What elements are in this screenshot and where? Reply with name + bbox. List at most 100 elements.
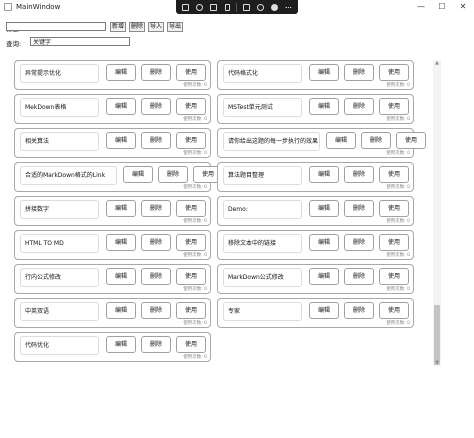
- prompt-name-field[interactable]: 算法题目整理: [223, 166, 302, 185]
- prompt-card: 相关算法 编辑 删除 使用使用次数: 0: [14, 128, 211, 158]
- edit-button[interactable]: 编辑: [309, 302, 339, 319]
- use-button[interactable]: 使用: [379, 64, 409, 81]
- edit-button[interactable]: 编辑: [309, 200, 339, 217]
- prompt-name-field[interactable]: 移除文本中的链接: [223, 234, 302, 253]
- prompt-name-field[interactable]: Demo:: [223, 200, 302, 219]
- delete-button[interactable]: 删除: [141, 132, 171, 149]
- prompt-name-field[interactable]: MSTest单元测试: [223, 98, 302, 117]
- prompt-name-field[interactable]: 行内公式修改: [20, 268, 99, 287]
- minimize-button[interactable]: —: [414, 2, 428, 12]
- usage-count-label: 使用次数: 0: [183, 219, 207, 224]
- use-button[interactable]: 使用: [379, 98, 409, 115]
- export-button[interactable]: 导出: [167, 22, 183, 32]
- overlay-separator: [236, 2, 238, 12]
- prompt-name-field[interactable]: 中英双语: [20, 302, 99, 321]
- prompt-name-field[interactable]: 拼接数字: [20, 200, 99, 219]
- edit-button[interactable]: 编辑: [326, 132, 356, 149]
- edit-button[interactable]: 编辑: [106, 336, 136, 353]
- prompt-card: HTML TO MD 编辑 删除 使用 使用次数: 0: [14, 230, 211, 260]
- prompt-name-field[interactable]: MekDown表格: [20, 98, 99, 117]
- use-button[interactable]: 使用: [396, 132, 426, 149]
- use-button[interactable]: 使用: [176, 234, 206, 251]
- use-button[interactable]: 使用: [176, 336, 206, 353]
- prompt-name-field[interactable]: 代码格式化: [223, 64, 302, 83]
- prompt-name-field[interactable]: 异常提示优化: [20, 64, 99, 83]
- edit-button[interactable]: 编辑: [106, 200, 136, 217]
- use-button[interactable]: 使用: [176, 302, 206, 319]
- use-button[interactable]: 使用: [379, 166, 409, 183]
- close-button[interactable]: ✕: [456, 2, 470, 12]
- scrollbar-thumb[interactable]: [434, 305, 440, 365]
- check-icon[interactable]: [270, 3, 279, 12]
- window-title: MainWindow: [16, 3, 61, 11]
- overlay-toolbar: [176, 0, 298, 14]
- edit-button[interactable]: 编辑: [106, 268, 136, 285]
- delete-button[interactable]: 删除: [344, 166, 374, 183]
- delete-button[interactable]: 删除: [361, 132, 391, 149]
- use-button[interactable]: 使用: [379, 200, 409, 217]
- edit-button[interactable]: 编辑: [309, 166, 339, 183]
- edit-button[interactable]: 编辑: [106, 64, 136, 81]
- record-icon[interactable]: [195, 3, 204, 12]
- delete-button[interactable]: 删除: [344, 98, 374, 115]
- edit-button[interactable]: 编辑: [106, 132, 136, 149]
- prompt-name-field[interactable]: 相关算法: [20, 132, 99, 151]
- delete-button[interactable]: 删除: [344, 268, 374, 285]
- usage-count-label: 使用次数: 0: [386, 253, 410, 258]
- prompt-name-field[interactable]: 合适的MarkDown格式的Link: [20, 166, 117, 185]
- pencil-icon[interactable]: [181, 3, 190, 12]
- prompt-name-field[interactable]: HTML TO MD: [20, 234, 99, 253]
- delete-button[interactable]: 删除: [141, 98, 171, 115]
- more-icon[interactable]: [284, 3, 293, 12]
- prompt-card: MarkDown公式修改 编辑 删除 使用 使用次数: 0: [217, 264, 414, 294]
- prompt-name-field[interactable]: 代码优化: [20, 336, 99, 355]
- edit-button[interactable]: 编辑: [309, 64, 339, 81]
- phone-icon[interactable]: [223, 3, 232, 12]
- scroll-down-arrow[interactable]: ▼: [434, 360, 440, 366]
- delete-button[interactable]: 删除: [129, 22, 145, 32]
- prompt-name-field[interactable]: 专家: [223, 302, 302, 321]
- prompt-name-field[interactable]: MarkDown公式修改: [223, 268, 302, 287]
- delete-button[interactable]: 删除: [141, 268, 171, 285]
- edit-button[interactable]: 编辑: [123, 166, 153, 183]
- share-icon[interactable]: [256, 3, 265, 12]
- display-icon[interactable]: [209, 3, 218, 12]
- prompt-name-field[interactable]: 请你给出这题的每一步执行的效果: [223, 132, 320, 151]
- delete-button[interactable]: 删除: [141, 200, 171, 217]
- use-button[interactable]: 使用: [176, 98, 206, 115]
- use-button[interactable]: 使用: [176, 132, 206, 149]
- use-button[interactable]: 使用: [176, 64, 206, 81]
- delete-button[interactable]: 删除: [141, 64, 171, 81]
- delete-button[interactable]: 删除: [141, 336, 171, 353]
- use-button[interactable]: 使用: [176, 268, 206, 285]
- edit-button[interactable]: 编辑: [106, 302, 136, 319]
- usage-count-label: 使用次数: 0: [386, 83, 410, 88]
- edit-button[interactable]: 编辑: [106, 98, 136, 115]
- save-icon[interactable]: [242, 3, 251, 12]
- delete-button[interactable]: 删除: [158, 166, 188, 183]
- use-button[interactable]: 使用: [379, 234, 409, 251]
- delete-button[interactable]: 删除: [344, 200, 374, 217]
- usage-count-label: 使用次数: 0: [183, 151, 207, 156]
- title-input[interactable]: [6, 22, 106, 31]
- maximize-button[interactable]: ☐: [435, 2, 449, 12]
- add-button[interactable]: 新增: [110, 22, 126, 32]
- use-button[interactable]: 使用: [379, 268, 409, 285]
- use-button[interactable]: 使用: [379, 302, 409, 319]
- delete-button[interactable]: 删除: [344, 302, 374, 319]
- query-label: 查询:: [6, 40, 22, 48]
- edit-button[interactable]: 编辑: [309, 98, 339, 115]
- delete-button[interactable]: 删除: [141, 302, 171, 319]
- delete-button[interactable]: 删除: [141, 234, 171, 251]
- import-button[interactable]: 导入: [148, 22, 164, 32]
- delete-button[interactable]: 删除: [344, 234, 374, 251]
- query-input[interactable]: [30, 37, 130, 46]
- edit-button[interactable]: 编辑: [309, 268, 339, 285]
- edit-button[interactable]: 编辑: [106, 234, 136, 251]
- delete-button[interactable]: 删除: [344, 64, 374, 81]
- prompt-card: 中英双语 编辑 删除 使用 使用次数: 0: [14, 298, 211, 328]
- use-button[interactable]: 使用: [176, 200, 206, 217]
- app-window-icon: [4, 3, 12, 11]
- scroll-up-arrow[interactable]: ▲: [434, 60, 440, 66]
- edit-button[interactable]: 编辑: [309, 234, 339, 251]
